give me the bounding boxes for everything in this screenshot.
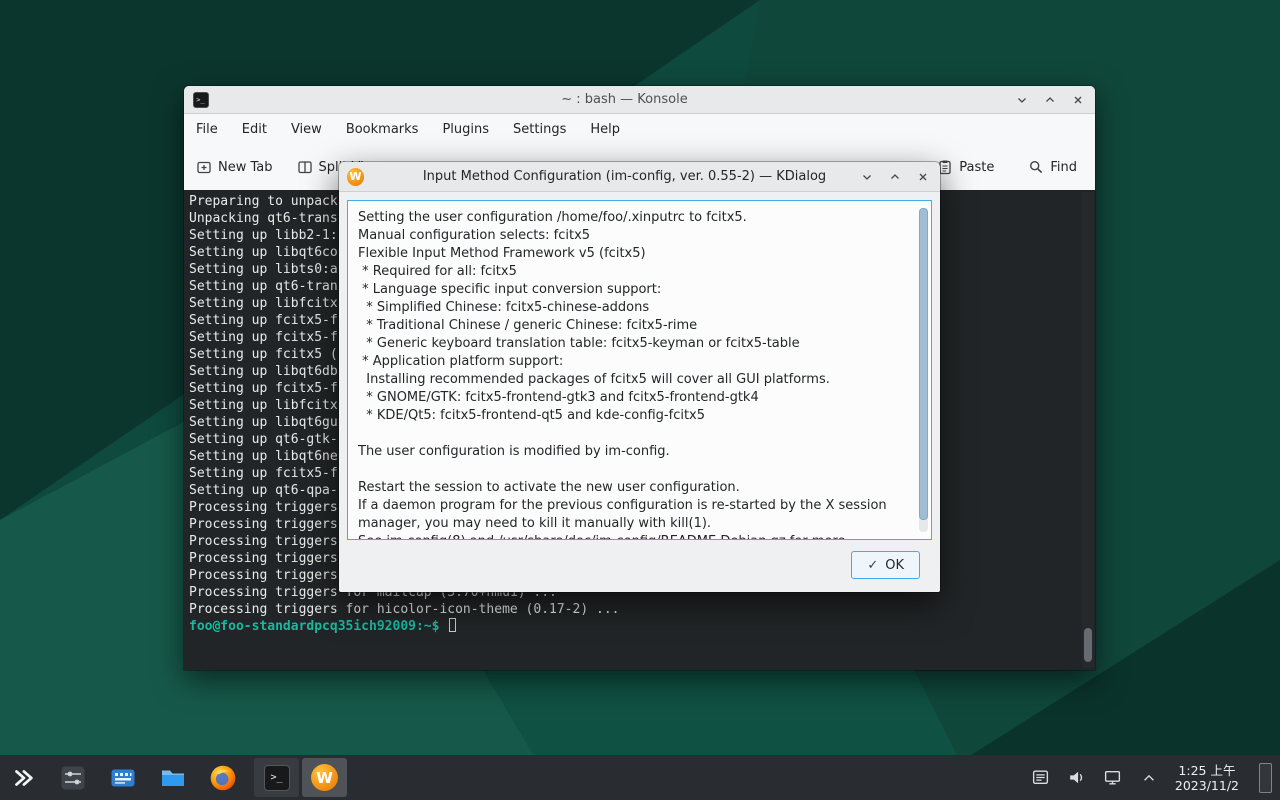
task-kdialog[interactable]: W	[302, 758, 347, 797]
dialog-window-controls	[858, 168, 932, 186]
dialog-text-line: Setting the user configuration /home/foo…	[358, 209, 905, 227]
dialog-text-line: * Application platform support:	[358, 353, 905, 371]
prompt-row: foo@foo-standardpcq35ich92009:~$	[189, 618, 456, 635]
dialog-scrollbar-thumb[interactable]	[919, 208, 928, 520]
peek-desktop-button[interactable]	[1259, 763, 1272, 793]
menu-item[interactable]: Edit	[230, 117, 279, 142]
display-button[interactable]	[1103, 768, 1123, 788]
settings-sliders-button[interactable]	[58, 763, 88, 793]
folder-icon	[159, 764, 187, 792]
app-launcher-icon	[10, 765, 36, 791]
dialog-text-line: manager, you may need to kill it manuall…	[358, 515, 905, 533]
dialog-text-line	[358, 425, 905, 443]
dialog-text-line: * Generic keyboard translation table: fc…	[358, 335, 905, 353]
firefox-icon	[209, 764, 237, 792]
dialog-text-line: * GNOME/GTK: fcitx5-frontend-gtk3 and fc…	[358, 389, 905, 407]
dialog-minimize-button[interactable]	[858, 168, 876, 186]
new-tab-label: New Tab	[218, 160, 273, 175]
chevron-up-icon	[1141, 770, 1157, 786]
im-config-task-icon: W	[311, 764, 338, 791]
chevron-up-icon	[889, 171, 901, 183]
close-icon	[1072, 94, 1084, 106]
dialog-text-line: Restart the session to activate the new …	[358, 479, 905, 497]
konsole-titlebar[interactable]: >_ ~ : bash — Konsole	[184, 86, 1095, 114]
taskbar-running-apps: >_ W	[254, 758, 347, 797]
menu-item[interactable]: View	[279, 117, 334, 142]
clock[interactable]: 1:25 上午 2023/11/2	[1175, 763, 1239, 793]
find-button[interactable]: Find	[1028, 159, 1077, 175]
im-config-dialog: W Input Method Configuration (im-config,…	[339, 162, 940, 592]
dialog-window-title: Input Method Configuration (im-config, v…	[399, 169, 850, 184]
im-config-app-icon: W	[347, 168, 364, 185]
display-icon	[1103, 768, 1122, 787]
search-icon	[1028, 159, 1044, 175]
dialog-text-line: Installing recommended packages of fcitx…	[358, 371, 905, 389]
shell-prompt: foo@foo-standardpcq35ich92009:~$	[189, 619, 439, 634]
input-method-config-button[interactable]	[108, 763, 138, 793]
taskbar-launchers	[8, 763, 238, 793]
dialog-text-line	[358, 461, 905, 479]
dialog-text-line: * KDE/Qt5: fcitx5-frontend-qt5 and kde-c…	[358, 407, 905, 425]
dialog-text-line: If a daemon program for the previous con…	[358, 497, 905, 515]
split-view-icon	[297, 159, 313, 175]
chevron-down-icon	[1016, 94, 1028, 106]
dialog-message-area[interactable]: Setting the user configuration /home/foo…	[347, 200, 932, 540]
app-launcher-button[interactable]	[8, 763, 38, 793]
toolbar-right-group: Paste Find	[937, 159, 1077, 175]
notifications-icon	[1031, 768, 1050, 787]
chevron-down-icon	[861, 171, 873, 183]
konsole-window-controls	[1013, 91, 1087, 109]
dialog-text-line: The user configuration is modified by im…	[358, 443, 905, 461]
dialog-close-button[interactable]	[914, 168, 932, 186]
menu-item[interactable]: Plugins	[430, 117, 501, 142]
menu-item[interactable]: File	[184, 117, 230, 142]
new-tab-icon	[196, 159, 212, 175]
volume-button[interactable]	[1067, 768, 1087, 788]
terminal-scrollbar-thumb[interactable]	[1084, 628, 1092, 662]
check-icon: ✓	[867, 558, 878, 573]
firefox-button[interactable]	[208, 763, 238, 793]
minimize-button[interactable]	[1013, 91, 1031, 109]
konsole-window-title: ~ : bash — Konsole	[244, 92, 1005, 107]
dialog-text-line: * Traditional Chinese / generic Chinese:…	[358, 317, 905, 335]
dialog-titlebar[interactable]: W Input Method Configuration (im-config,…	[339, 162, 940, 192]
clock-date: 2023/11/2	[1175, 778, 1239, 793]
sliders-icon	[59, 764, 87, 792]
dialog-text-line: * Simplified Chinese: fcitx5-chinese-add…	[358, 299, 905, 317]
konsole-app-icon: >_	[192, 91, 209, 108]
keyboard-icon	[109, 764, 137, 792]
paste-label: Paste	[959, 160, 994, 175]
menu-item[interactable]: Settings	[501, 117, 578, 142]
menu-item[interactable]: Bookmarks	[334, 117, 431, 142]
taskbar: >_ W 1:25 上午 2023/11/2	[0, 755, 1280, 800]
find-label: Find	[1050, 160, 1077, 175]
menubar: FileEditViewBookmarksPluginsSettingsHelp	[184, 114, 1095, 144]
dialog-maximize-button[interactable]	[886, 168, 904, 186]
chevron-up-icon	[1044, 94, 1056, 106]
dialog-text-line: * Required for all: fcitx5	[358, 263, 905, 281]
new-tab-button[interactable]: New Tab	[196, 159, 273, 175]
terminal-line: Processing triggers for hicolor-icon-the…	[189, 601, 619, 618]
file-manager-button[interactable]	[158, 763, 188, 793]
terminal-scrollbar[interactable]	[1082, 192, 1094, 668]
clock-time: 1:25 上午	[1175, 763, 1239, 778]
notifications-button[interactable]	[1031, 768, 1051, 788]
paste-button[interactable]: Paste	[937, 159, 994, 175]
task-konsole[interactable]: >_	[254, 758, 299, 797]
dialog-text-line: Manual configuration selects: fcitx5	[358, 227, 905, 245]
terminal-cursor	[449, 618, 456, 632]
system-tray: 1:25 上午 2023/11/2	[1031, 763, 1272, 793]
tray-expander-button[interactable]	[1139, 768, 1159, 788]
close-button[interactable]	[1069, 91, 1087, 109]
dialog-text-line: Flexible Input Method Framework v5 (fcit…	[358, 245, 905, 263]
dialog-text-line: See im-config(8) and /usr/share/doc/im-c…	[358, 533, 905, 540]
konsole-task-icon: >_	[264, 765, 290, 791]
volume-icon	[1067, 768, 1086, 787]
maximize-button[interactable]	[1041, 91, 1059, 109]
ok-button-label: OK	[885, 558, 904, 573]
menu-item[interactable]: Help	[578, 117, 632, 142]
ok-button[interactable]: ✓ OK	[851, 551, 920, 579]
close-icon	[917, 171, 929, 183]
dialog-text-line: * Language specific input conversion sup…	[358, 281, 905, 299]
